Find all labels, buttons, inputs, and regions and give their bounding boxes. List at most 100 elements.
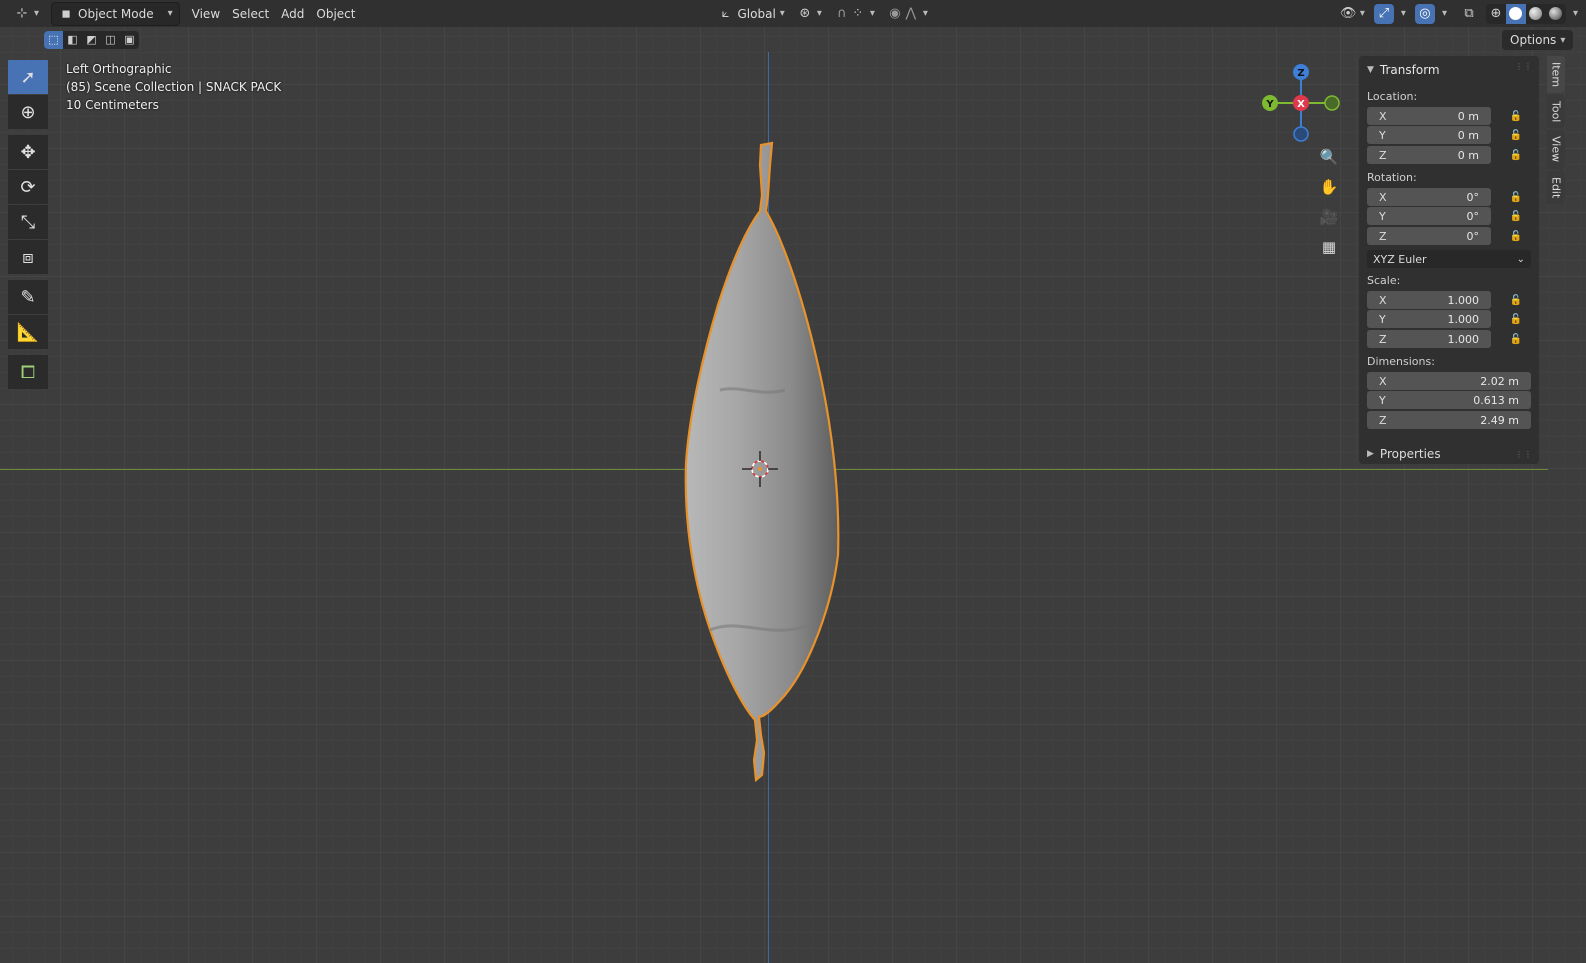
- tab-edit[interactable]: Edit: [1547, 170, 1565, 204]
- chevron-down-icon[interactable]: ▾: [1401, 8, 1406, 19]
- editor-type-button[interactable]: ⊹ ▾: [8, 3, 45, 25]
- select-subtract-icon[interactable]: ◩: [82, 31, 101, 49]
- eye-icon: 👁: [1339, 5, 1357, 21]
- chevron-down-icon: ▾: [1560, 34, 1566, 46]
- transform-title: Transform: [1379, 63, 1440, 77]
- snap-toggle[interactable]: ∩ ⁘ ▾: [828, 3, 881, 25]
- scale-z-field[interactable]: Z 1.000: [1367, 330, 1491, 348]
- object-mode-icon: ◼: [61, 6, 71, 20]
- menu-add[interactable]: Add: [275, 3, 310, 25]
- falloff-icon: ⋀: [905, 5, 917, 21]
- navigation-gizmo[interactable]: Z Y X: [1258, 60, 1344, 146]
- menu-object[interactable]: Object: [310, 3, 361, 25]
- cursor-arrow-icon: ➚: [20, 66, 36, 88]
- menu-view[interactable]: View: [186, 3, 226, 25]
- cursor-tool[interactable]: ⊕: [8, 95, 48, 129]
- transform-orientation-selector[interactable]: ⟀ Global ▾: [712, 3, 791, 25]
- select-new-icon[interactable]: ⬚: [44, 31, 63, 49]
- perspective-toggle[interactable]: ▦: [1316, 234, 1342, 260]
- rotation-y-field[interactable]: Y 0°: [1367, 207, 1491, 225]
- select-difference-icon[interactable]: ◫: [101, 31, 120, 49]
- chevron-right-icon: ▶: [1367, 449, 1374, 459]
- lock-icon[interactable]: 🔓: [1509, 312, 1523, 326]
- add-cube-tool[interactable]: ⧠: [8, 355, 48, 389]
- scale-y-field[interactable]: Y 1.000: [1367, 310, 1491, 328]
- zoom-button[interactable]: 🔍: [1316, 144, 1342, 170]
- chevron-down-icon: ⌄: [1516, 253, 1525, 265]
- axis-label: Y: [1379, 393, 1386, 407]
- tab-view[interactable]: View: [1547, 130, 1565, 169]
- rotate-tool[interactable]: ⟳: [8, 170, 48, 204]
- annotate-tool[interactable]: ✎: [8, 280, 48, 314]
- properties-panel-header[interactable]: ▶ Properties ⋮⋮: [1359, 444, 1539, 464]
- properties-title: Properties: [1379, 447, 1441, 461]
- xray-toggle[interactable]: ⧉: [1455, 3, 1483, 25]
- gizmo-z-label: Z: [1297, 68, 1304, 79]
- zoom-icon: 🔍: [1319, 148, 1339, 166]
- material-shading-icon[interactable]: [1526, 4, 1546, 24]
- scale-tool[interactable]: ⤡: [8, 205, 48, 239]
- dimensions-y-field[interactable]: Y 0.613 m: [1367, 391, 1531, 409]
- rotation-z-field[interactable]: Z 0°: [1367, 227, 1491, 245]
- rendered-shading-icon[interactable]: [1546, 4, 1566, 24]
- lock-icon[interactable]: 🔓: [1509, 332, 1523, 346]
- options-dropdown[interactable]: Options ▾: [1502, 30, 1574, 50]
- crosshair-icon: ⊕: [20, 101, 36, 123]
- overlays-toggle[interactable]: ◎: [1414, 3, 1435, 24]
- drag-grip-icon[interactable]: ⋮⋮: [1515, 450, 1533, 459]
- dimensions-x-field[interactable]: X 2.02 m: [1367, 372, 1531, 390]
- field-value: 1.000: [1447, 293, 1480, 307]
- location-x-field[interactable]: X 0 m: [1367, 107, 1491, 125]
- select-box-tool[interactable]: ➚: [8, 60, 48, 94]
- axis-label: Z: [1379, 148, 1387, 162]
- chevron-down-icon[interactable]: ▾: [1573, 8, 1578, 19]
- lock-icon[interactable]: 🔓: [1509, 109, 1523, 123]
- location-label: Location:: [1367, 90, 1418, 103]
- tab-item[interactable]: Item: [1547, 56, 1565, 94]
- pivot-point-selector[interactable]: ⊛ ▾: [791, 3, 828, 25]
- dimensions-z-field[interactable]: Z 2.49 m: [1367, 411, 1531, 429]
- visibility-selector[interactable]: 👁 ▾: [1334, 3, 1371, 25]
- select-intersect-icon[interactable]: ▣: [120, 31, 139, 49]
- proportional-edit-toggle[interactable]: ◉ ⋀ ▾: [881, 3, 934, 25]
- lock-icon[interactable]: 🔓: [1509, 190, 1523, 204]
- lock-icon[interactable]: 🔓: [1509, 209, 1523, 223]
- transform-tool[interactable]: ⧈: [8, 240, 48, 274]
- lock-icon[interactable]: 🔓: [1509, 148, 1523, 162]
- field-value: 0°: [1466, 229, 1480, 243]
- wireframe-shading-icon[interactable]: ⊕: [1486, 4, 1506, 24]
- drag-grip-icon[interactable]: ⋮⋮: [1515, 62, 1533, 71]
- pan-button[interactable]: ✋: [1316, 174, 1342, 200]
- snap-grid-icon: ⁘: [852, 5, 864, 21]
- tab-label: View: [1549, 136, 1563, 163]
- rotation-x-field[interactable]: X 0°: [1367, 188, 1491, 206]
- move-tool[interactable]: ✥: [8, 135, 48, 169]
- gizmo-x-label: X: [1297, 99, 1305, 110]
- location-z-field[interactable]: Z 0 m: [1367, 146, 1491, 164]
- chevron-down-icon[interactable]: ▾: [1442, 8, 1447, 19]
- tab-tool[interactable]: Tool: [1547, 95, 1565, 129]
- 3d-viewport[interactable]: [0, 0, 1586, 963]
- shading-selector: ⊕: [1485, 3, 1566, 24]
- measure-tool[interactable]: 📐: [8, 315, 48, 349]
- 3d-cursor-icon[interactable]: [740, 449, 780, 489]
- scale-x-field[interactable]: X 1.000: [1367, 291, 1491, 309]
- scale-icon: ⤡: [20, 211, 36, 233]
- transform-panel-header[interactable]: ▼ Transform: [1367, 60, 1440, 80]
- solid-shading-icon[interactable]: [1505, 3, 1526, 24]
- rotation-mode-select[interactable]: XYZ Euler ⌄: [1367, 250, 1531, 268]
- select-extend-icon[interactable]: ◧: [63, 31, 82, 49]
- magnet-icon: ∩: [837, 5, 847, 21]
- lock-icon[interactable]: 🔓: [1509, 128, 1523, 142]
- mode-selector[interactable]: ◼ Object Mode ▾: [51, 1, 180, 26]
- camera-view-button[interactable]: 🎥: [1316, 204, 1342, 230]
- rotation-label: Rotation:: [1367, 171, 1417, 184]
- menu-select[interactable]: Select: [226, 3, 275, 25]
- lock-icon[interactable]: 🔓: [1509, 229, 1523, 243]
- select-mode-group: ⬚ ◧ ◩ ◫ ▣: [44, 31, 139, 49]
- view-name: Left Orthographic: [66, 62, 172, 76]
- gizmo-toggle[interactable]: ⤢: [1373, 3, 1394, 24]
- lock-icon[interactable]: 🔓: [1509, 293, 1523, 307]
- location-y-field[interactable]: Y 0 m: [1367, 126, 1491, 144]
- chevron-down-icon: ▾: [167, 8, 173, 19]
